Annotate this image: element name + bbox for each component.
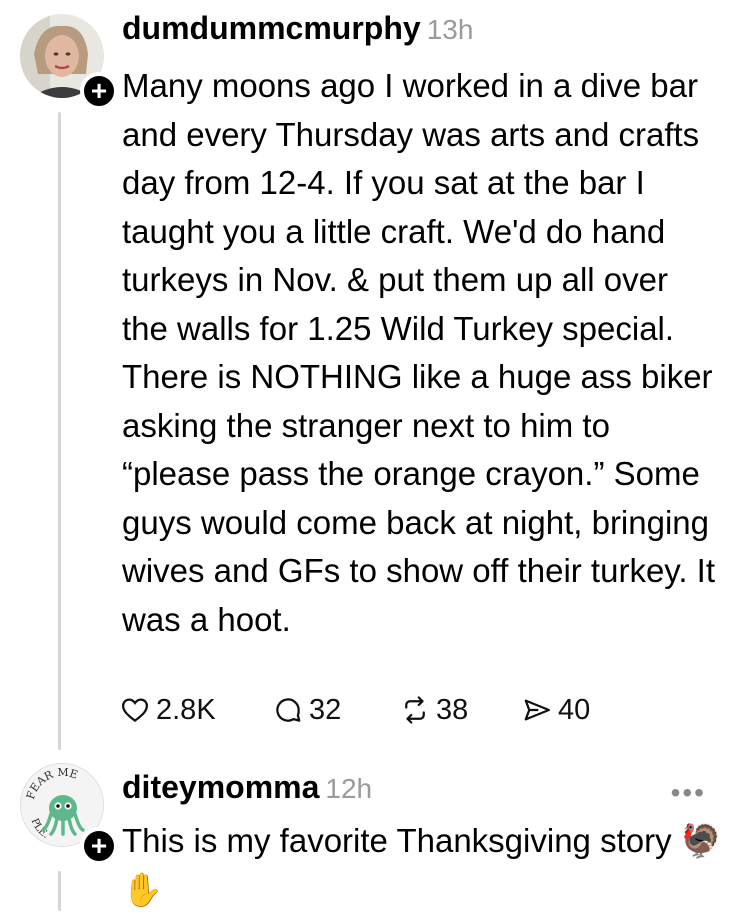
comment-icon xyxy=(276,698,301,722)
share-count: 40 xyxy=(558,693,591,726)
reply-count: 32 xyxy=(309,693,342,726)
repost-count: 38 xyxy=(436,693,469,726)
thread-line xyxy=(58,112,61,750)
post-header: dumdummcmurphy 13h xyxy=(122,10,473,47)
more-options-icon[interactable]: ••• xyxy=(671,777,706,809)
avatar-container[interactable]: FEAR ME PLE. + xyxy=(20,763,118,865)
post-time: 12h xyxy=(325,773,373,804)
like-button[interactable]: 2.8K xyxy=(120,690,216,730)
username[interactable]: dumdummcmurphy xyxy=(122,10,421,46)
thread-line xyxy=(58,871,61,911)
post-diteymomma: FEAR ME PLE. + diteymomma 12h ••• This is… xyxy=(0,755,736,911)
repost-icon xyxy=(405,696,425,724)
post-header: diteymomma 12h xyxy=(122,769,372,806)
repost-button[interactable]: 38 xyxy=(400,690,468,730)
follow-plus-icon[interactable]: + xyxy=(80,827,118,865)
username[interactable]: diteymomma xyxy=(122,769,319,805)
post-body: Many moons ago I worked in a dive bar an… xyxy=(122,67,716,638)
avatar-container[interactable]: + xyxy=(20,14,118,110)
post-body-text: This is my favorite Thanksgiving story xyxy=(122,822,672,859)
post-dumdummcmurphy: + dumdummcmurphy 13h Many moons ago I wor… xyxy=(0,0,736,755)
post-time: 13h xyxy=(426,14,474,45)
reply-button[interactable]: 32 xyxy=(273,690,341,730)
share-button[interactable]: 40 xyxy=(522,690,590,730)
share-icon xyxy=(524,699,550,721)
follow-plus-icon[interactable]: + xyxy=(80,72,118,110)
like-count: 2.8K xyxy=(156,693,216,726)
heart-icon xyxy=(121,698,149,723)
post-body: This is my favorite Thanksgiving story 🦃… xyxy=(122,817,722,914)
